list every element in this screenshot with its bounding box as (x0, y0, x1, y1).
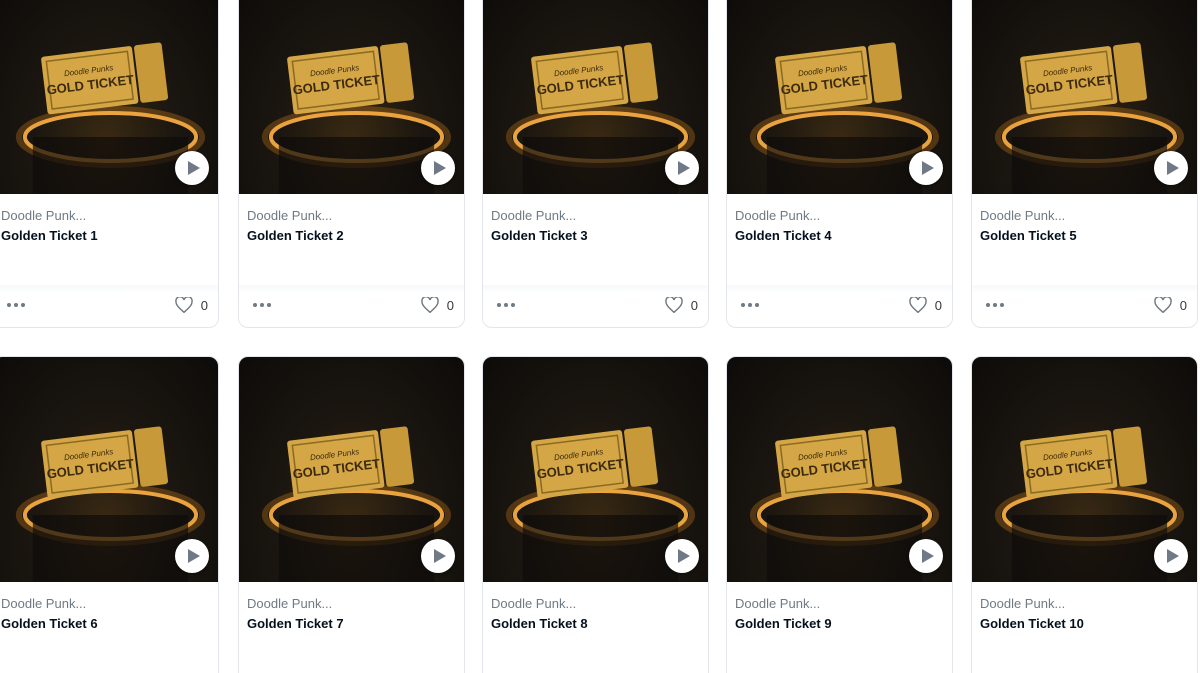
collection-name[interactable]: Doodle Punk... (491, 208, 700, 224)
asset-media[interactable]: Doodle Punks GOLD TICKET (727, 0, 952, 194)
play-icon (433, 549, 446, 563)
favorite-control: 0 (420, 297, 454, 313)
play-icon (921, 549, 934, 563)
asset-title[interactable]: Golden Ticket 6 (1, 615, 210, 632)
collection-name[interactable]: Doodle Punk... (491, 596, 700, 612)
asset-title[interactable]: Golden Ticket 5 (980, 227, 1189, 244)
play-icon (433, 161, 446, 175)
asset-media[interactable]: Doodle Punks GOLD TICKET (972, 0, 1197, 194)
asset-card[interactable]: Doodle Punks GOLD TICKET Doodle Punk... … (238, 356, 465, 673)
asset-info: Doodle Punk... Golden Ticket 8 (483, 582, 708, 673)
asset-card[interactable]: Doodle Punks GOLD TICKET Doodle Punk... … (238, 0, 465, 328)
asset-title[interactable]: Golden Ticket 10 (980, 615, 1189, 632)
asset-media[interactable]: Doodle Punks GOLD TICKET (483, 0, 708, 194)
asset-media[interactable]: Doodle Punks GOLD TICKET (972, 357, 1197, 582)
play-icon (677, 549, 690, 563)
play-button[interactable] (1154, 151, 1188, 185)
play-button[interactable] (1154, 539, 1188, 573)
card-footer: 0 (483, 285, 708, 325)
asset-title[interactable]: Golden Ticket 3 (491, 227, 700, 244)
collection-name[interactable]: Doodle Punk... (980, 596, 1189, 612)
asset-title[interactable]: Golden Ticket 2 (247, 227, 456, 244)
heart-icon[interactable] (908, 297, 927, 313)
asset-media[interactable]: Doodle Punks GOLD TICKET (0, 0, 218, 194)
heart-icon[interactable] (420, 297, 439, 313)
more-options-icon[interactable] (249, 299, 275, 311)
play-icon (1166, 161, 1179, 175)
collection-name[interactable]: Doodle Punk... (247, 596, 456, 612)
asset-card[interactable]: Doodle Punks GOLD TICKET Doodle Punk... … (0, 0, 219, 328)
asset-card[interactable]: Doodle Punks GOLD TICKET Doodle Punk... … (726, 0, 953, 328)
favorite-count: 0 (934, 297, 942, 313)
play-icon (921, 161, 934, 175)
asset-media[interactable]: Doodle Punks GOLD TICKET (239, 357, 464, 582)
asset-card[interactable]: Doodle Punks GOLD TICKET Doodle Punk... … (971, 356, 1198, 673)
more-options-icon[interactable] (3, 299, 29, 311)
asset-grid: Doodle Punks GOLD TICKET Doodle Punk... … (0, 0, 1200, 673)
more-options-icon[interactable] (982, 299, 1008, 311)
play-icon (677, 161, 690, 175)
heart-icon[interactable] (174, 297, 193, 313)
collection-name[interactable]: Doodle Punk... (980, 208, 1189, 224)
card-footer: 0 (0, 285, 218, 325)
asset-card[interactable]: Doodle Punks GOLD TICKET Doodle Punk... … (482, 0, 709, 328)
asset-info: Doodle Punk... Golden Ticket 4 (727, 194, 952, 286)
asset-card[interactable]: Doodle Punks GOLD TICKET Doodle Punk... … (0, 356, 219, 673)
card-footer: 0 (727, 285, 952, 325)
favorite-count: 0 (690, 297, 698, 313)
play-icon (1166, 549, 1179, 563)
asset-title[interactable]: Golden Ticket 4 (735, 227, 944, 244)
collection-name[interactable]: Doodle Punk... (1, 596, 210, 612)
favorite-control: 0 (664, 297, 698, 313)
asset-media[interactable]: Doodle Punks GOLD TICKET (727, 357, 952, 582)
play-button[interactable] (421, 151, 455, 185)
play-button[interactable] (909, 539, 943, 573)
play-button[interactable] (175, 539, 209, 573)
heart-icon[interactable] (1153, 297, 1172, 313)
asset-title[interactable]: Golden Ticket 9 (735, 615, 944, 632)
asset-info: Doodle Punk... Golden Ticket 9 (727, 582, 952, 673)
heart-icon[interactable] (664, 297, 683, 313)
asset-media[interactable]: Doodle Punks GOLD TICKET (0, 357, 218, 582)
favorite-count: 0 (200, 297, 208, 313)
collection-name[interactable]: Doodle Punk... (247, 208, 456, 224)
asset-info: Doodle Punk... Golden Ticket 3 (483, 194, 708, 286)
play-button[interactable] (421, 539, 455, 573)
asset-card[interactable]: Doodle Punks GOLD TICKET Doodle Punk... … (971, 0, 1198, 328)
more-options-icon[interactable] (737, 299, 763, 311)
play-button[interactable] (909, 151, 943, 185)
favorite-count: 0 (1179, 297, 1187, 313)
asset-title[interactable]: Golden Ticket 7 (247, 615, 456, 632)
asset-info: Doodle Punk... Golden Ticket 10 (972, 582, 1197, 673)
asset-info: Doodle Punk... Golden Ticket 7 (239, 582, 464, 673)
collection-name[interactable]: Doodle Punk... (1, 208, 210, 224)
card-footer: 0 (239, 285, 464, 325)
asset-info: Doodle Punk... Golden Ticket 6 (0, 582, 218, 673)
asset-info: Doodle Punk... Golden Ticket 2 (239, 194, 464, 286)
asset-title[interactable]: Golden Ticket 1 (1, 227, 210, 244)
collection-name[interactable]: Doodle Punk... (735, 596, 944, 612)
asset-media[interactable]: Doodle Punks GOLD TICKET (239, 0, 464, 194)
favorite-control: 0 (1153, 297, 1187, 313)
favorite-control: 0 (174, 297, 208, 313)
card-footer: 0 (972, 285, 1197, 325)
play-button[interactable] (665, 539, 699, 573)
asset-card[interactable]: Doodle Punks GOLD TICKET Doodle Punk... … (482, 356, 709, 673)
asset-info: Doodle Punk... Golden Ticket 1 (0, 194, 218, 286)
asset-title[interactable]: Golden Ticket 8 (491, 615, 700, 632)
asset-info: Doodle Punk... Golden Ticket 5 (972, 194, 1197, 286)
favorite-control: 0 (908, 297, 942, 313)
play-button[interactable] (665, 151, 699, 185)
play-icon (187, 549, 200, 563)
collection-name[interactable]: Doodle Punk... (735, 208, 944, 224)
play-icon (187, 161, 200, 175)
play-button[interactable] (175, 151, 209, 185)
favorite-count: 0 (446, 297, 454, 313)
more-options-icon[interactable] (493, 299, 519, 311)
asset-media[interactable]: Doodle Punks GOLD TICKET (483, 357, 708, 582)
asset-card[interactable]: Doodle Punks GOLD TICKET Doodle Punk... … (726, 356, 953, 673)
